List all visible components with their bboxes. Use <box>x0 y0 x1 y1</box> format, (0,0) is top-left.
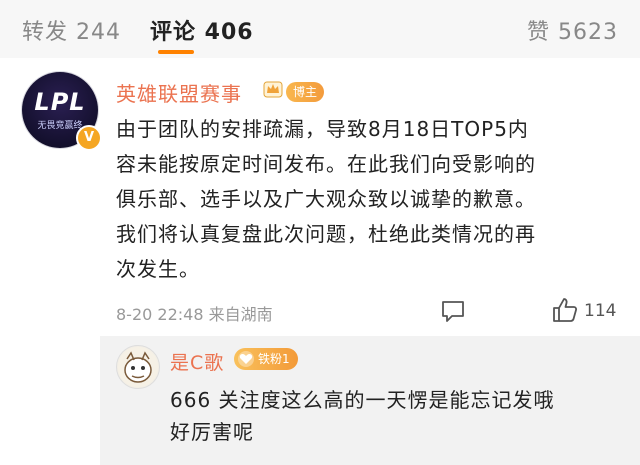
like-count: 114 <box>584 301 617 321</box>
crown-icon <box>263 81 283 98</box>
comment-text-line: 容未能按原定时间发布。在此我们向受影响的 <box>116 152 536 176</box>
fan-heart-icon <box>238 351 254 367</box>
comment-meta: 8-20 22:48 来自湖南 <box>116 305 273 324</box>
reply-author-avatar[interactable] <box>116 345 160 389</box>
reply-icon[interactable] <box>440 298 466 324</box>
comment-text-line: 俱乐部、选手以及广大观众致以诚挚的歉意。 <box>116 187 536 211</box>
reply-text-line: 666 关注度这么高的一天愣是能忘记发哦 <box>170 388 555 412</box>
verified-icon: V <box>76 125 102 151</box>
tab-likes[interactable]: 赞 5623 <box>527 14 618 46</box>
comment-text: 由于团队的安排疏漏，导致8月18日TOP5内 容未能按原定时间发布。在此我们向受… <box>116 112 616 287</box>
comment-author-name[interactable]: 英雄联盟赛事 <box>116 78 242 107</box>
comment-tabs-bar: 转发 244 评论 406 赞 5623 <box>0 0 640 58</box>
tab-comments[interactable]: 评论 406 <box>150 14 254 46</box>
tab-repost[interactable]: 转发 244 <box>22 14 121 46</box>
active-tab-indicator <box>158 50 194 54</box>
comment-text-line: 我们将认真复盘此次问题，杜绝此类情况的再 <box>116 222 536 246</box>
fan-level-badge: 铁粉1 <box>234 348 298 370</box>
reply-author-name[interactable]: 是C歌 <box>170 348 224 375</box>
blogger-tag: 博主 <box>286 82 325 102</box>
comment-text-line: 由于团队的安排疏漏，导致8月18日TOP5内 <box>116 117 529 141</box>
comment-text-line: 次发生。 <box>116 257 200 281</box>
fan-level-text: 铁粉1 <box>258 352 290 366</box>
reply-text-line: 好厉害呢 <box>170 420 254 444</box>
like-icon[interactable] <box>551 296 579 324</box>
avatar-logo-text: LPL <box>34 88 86 116</box>
reply-text: 666 关注度这么高的一天愣是能忘记发哦 好厉害呢 <box>170 384 625 448</box>
